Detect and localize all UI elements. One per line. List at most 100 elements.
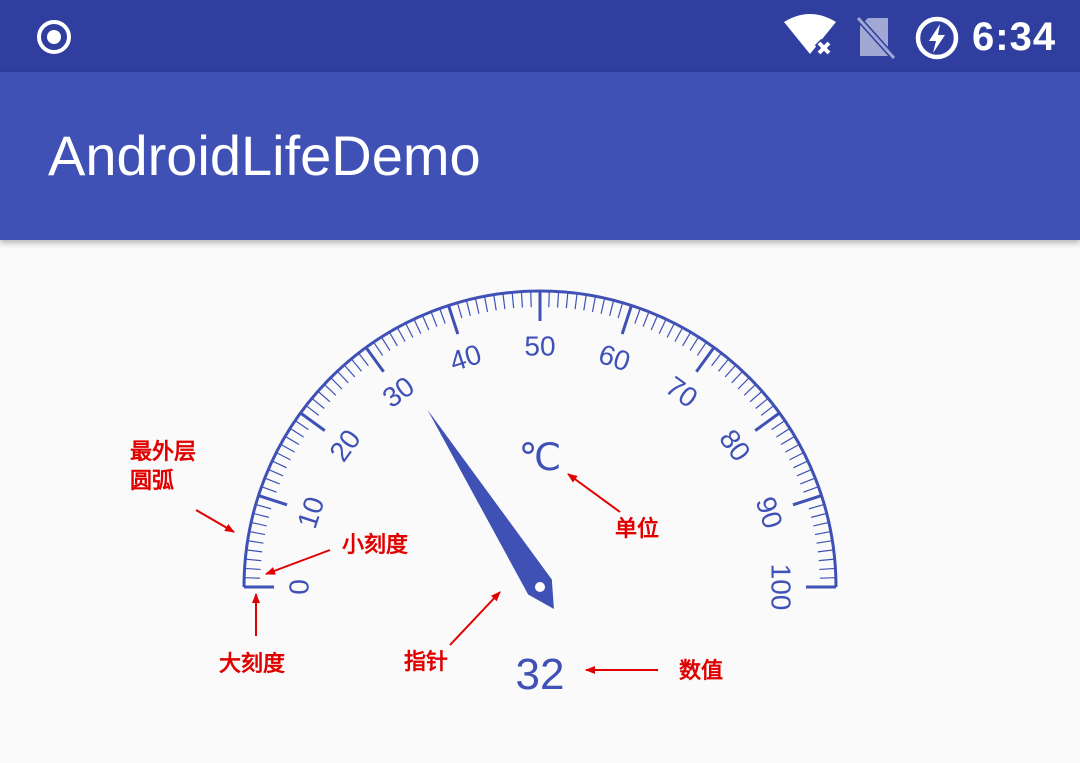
minor-tick [511,292,515,309]
minor-tick [317,390,331,403]
annotation-value: 数值 [679,658,723,684]
minor-tick [565,292,569,309]
annotation-minor-tick: 小刻度 [342,532,409,558]
major-tick [299,411,326,432]
minor-tick [548,291,550,308]
battery-saver-icon [915,16,959,60]
minor-tick [800,477,816,485]
app-bar: AndroidLifeDemo [0,72,1080,240]
minor-tick [609,300,615,316]
annotation-arrow-outer-arc [195,509,235,533]
major-tick-label: 0 [284,579,315,595]
annotation-pointer: 指针 [404,649,448,675]
minor-tick [493,294,497,311]
minor-tick [819,577,836,579]
minor-tick [268,468,284,477]
minor-tick [250,521,267,527]
minor-tick [666,322,675,338]
minor-tick [803,486,819,493]
major-tick [792,494,822,507]
minor-tick [743,383,757,396]
minor-tick [796,468,812,477]
minor-tick [711,352,722,367]
minor-tick [674,327,684,342]
status-bar-clock: 6:34 [972,15,1057,59]
major-tick [620,305,633,335]
status-bar: 6:34 [0,0,1080,72]
minor-tick [388,331,398,347]
minor-tick [396,327,406,342]
major-tick-label: 100 [766,564,797,611]
minor-tick [724,364,737,378]
major-tick [695,346,716,373]
minor-tick [789,452,805,461]
major-tick-label: 10 [291,493,330,532]
minor-tick [284,435,300,445]
minor-tick [275,452,291,461]
major-tick [447,305,460,335]
minor-tick [271,460,287,469]
annotation-outer-arc-line2: 圆弧 [130,468,174,494]
annotation-unit: 单位 [615,516,659,542]
record-icon [37,20,71,54]
minor-tick [650,315,659,331]
minor-tick [405,322,414,338]
major-tick [364,346,385,373]
minor-tick [255,503,272,510]
minor-tick [289,427,304,438]
minor-tick [330,377,343,390]
minor-tick [474,297,480,314]
minor-tick [771,420,786,431]
minor-tick [421,315,430,331]
minor-tick [591,296,597,313]
minor-tick [264,477,280,485]
gauge-value-readout: 32 [516,650,565,699]
minor-tick [780,435,796,445]
minor-tick [793,460,809,469]
major-tick-label: 40 [446,338,485,377]
minor-tick [689,336,700,351]
minor-tick [305,405,320,416]
minor-tick [520,291,524,308]
minor-tick [642,311,650,327]
minor-tick [808,503,825,510]
minor-tick [776,427,791,438]
minor-tick [556,291,560,308]
annotation-arrow-unit [567,473,621,513]
minor-tick [817,549,834,553]
pointer-pivot [535,582,545,592]
minor-tick [760,405,775,416]
minor-tick [785,443,800,453]
minor-tick [816,540,833,544]
dial-gauge: 0 10 20 30 40 50 60 7080 90 100 ℃ 32 最外层 圆弧 小刻度 大… [130,289,838,699]
minor-tick [731,370,744,384]
annotation-arrow-minor-tick [265,549,331,575]
annotation-major-tick: 大刻度 [219,651,286,677]
minor-tick [465,300,471,316]
minor-tick [634,308,641,324]
minor-tick [574,293,578,310]
minor-tick [358,352,369,367]
minor-tick [617,302,624,319]
minor-tick [819,567,836,571]
minor-tick [749,390,763,403]
minor-tick [811,512,827,518]
minor-tick [280,443,295,453]
major-tick-label: 20 [323,424,366,467]
minor-tick [245,558,262,562]
minor-tick [755,397,769,409]
minor-tick [439,308,446,324]
major-tick-label: 90 [750,493,789,532]
minor-tick [813,521,830,527]
minor-tick [814,530,831,536]
minor-tick [294,420,309,431]
minor-tick [373,341,384,356]
major-tick [258,494,288,507]
minor-tick [682,331,692,347]
minor-tick [350,358,362,372]
minor-tick [246,549,263,553]
minor-tick [253,512,269,518]
major-tick-label: 80 [713,424,756,467]
minor-tick [658,318,667,334]
minor-tick [343,364,356,378]
